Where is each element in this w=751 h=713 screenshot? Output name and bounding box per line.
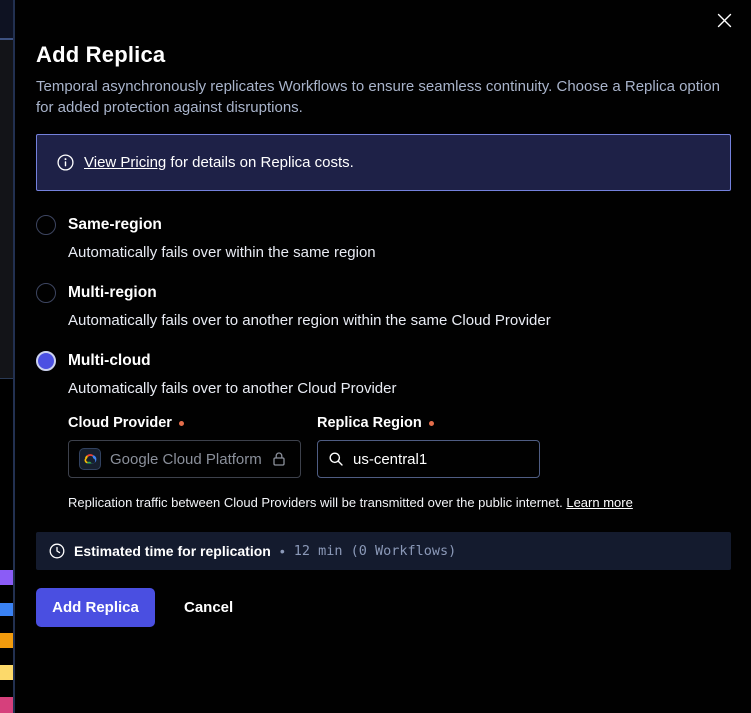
multi-cloud-label: Multi-cloud — [68, 352, 151, 370]
modal-actions: Add Replica Cancel — [36, 588, 731, 627]
pricing-banner-text: View Pricing for details on Replica cost… — [84, 154, 354, 171]
option-multi-region: Multi-region Automatically fails over to… — [36, 283, 731, 329]
required-dot-icon — [179, 421, 184, 426]
same-region-label: Same-region — [68, 216, 162, 234]
cloud-provider-field: Cloud Provider — [68, 415, 301, 478]
estimate-value: 12 min (0 Workflows) — [294, 543, 457, 559]
lock-icon — [271, 451, 287, 467]
modal-description: Temporal asynchronously replicates Workf… — [36, 76, 731, 118]
replica-region-label-row: Replica Region — [317, 415, 540, 431]
replica-region-field: Replica Region us-central1 — [317, 415, 540, 478]
option-multi-cloud: Multi-cloud Automatically fails over to … — [36, 351, 731, 510]
multi-region-radio-row[interactable]: Multi-region — [36, 283, 731, 303]
cancel-button[interactable]: Cancel — [184, 599, 233, 616]
background-page-strip — [0, 0, 13, 713]
radio-unselected-icon[interactable] — [36, 215, 56, 235]
estimate-banner: Estimated time for replication • 12 min … — [36, 532, 731, 570]
background-swatch-blue — [0, 603, 13, 616]
background-swatch-orange — [0, 633, 13, 648]
replica-region-input[interactable]: us-central1 — [317, 440, 540, 478]
same-region-description: Automatically fails over within the same… — [68, 244, 731, 261]
multi-region-label: Multi-region — [68, 284, 157, 302]
estimate-separator: • — [280, 543, 285, 559]
cloud-provider-label: Cloud Provider — [68, 415, 172, 431]
radio-unselected-icon[interactable] — [36, 283, 56, 303]
background-swatch-yellow — [0, 665, 13, 680]
background-topbar — [0, 0, 13, 38]
background-swatch-purple — [0, 570, 13, 585]
note-text: Replication traffic between Cloud Provid… — [68, 495, 566, 510]
view-pricing-link[interactable]: View Pricing — [84, 154, 166, 171]
background-panel-border — [0, 378, 13, 379]
cloud-provider-select[interactable]: Google Cloud Platform — [68, 440, 301, 478]
estimate-label: Estimated time for replication — [74, 543, 271, 559]
option-same-region: Same-region Automatically fails over wit… — [36, 215, 731, 261]
clock-icon — [49, 543, 65, 559]
cloud-provider-label-row: Cloud Provider — [68, 415, 301, 431]
background-panel — [0, 40, 13, 378]
close-button[interactable] — [713, 9, 735, 31]
multi-region-description: Automatically fails over to another regi… — [68, 312, 731, 329]
cloud-provider-value: Google Cloud Platform — [110, 451, 262, 468]
radio-selected-icon[interactable] — [36, 351, 56, 371]
pricing-info-banner: View Pricing for details on Replica cost… — [36, 134, 731, 191]
add-replica-modal: Add Replica Temporal asynchronously repl… — [15, 0, 751, 713]
close-icon — [717, 13, 732, 28]
replica-option-group: Same-region Automatically fails over wit… — [36, 215, 731, 510]
page-title: Add Replica — [36, 42, 731, 68]
public-internet-note: Replication traffic between Cloud Provid… — [68, 495, 731, 510]
background-swatch-pink — [0, 697, 13, 713]
pricing-banner-suffix: for details on Replica costs. — [166, 154, 354, 171]
learn-more-link[interactable]: Learn more — [566, 495, 632, 510]
required-dot-icon — [429, 421, 434, 426]
info-icon — [57, 154, 74, 171]
multi-cloud-subform: Cloud Provider — [68, 415, 731, 510]
same-region-radio-row[interactable]: Same-region — [36, 215, 731, 235]
search-icon — [328, 451, 344, 467]
gcp-logo-icon — [79, 448, 101, 470]
multi-cloud-radio-row[interactable]: Multi-cloud — [36, 351, 731, 371]
replica-region-value: us-central1 — [353, 451, 427, 468]
replica-region-label: Replica Region — [317, 415, 422, 431]
multi-cloud-description: Automatically fails over to another Clou… — [68, 380, 731, 397]
add-replica-button[interactable]: Add Replica — [36, 588, 155, 627]
